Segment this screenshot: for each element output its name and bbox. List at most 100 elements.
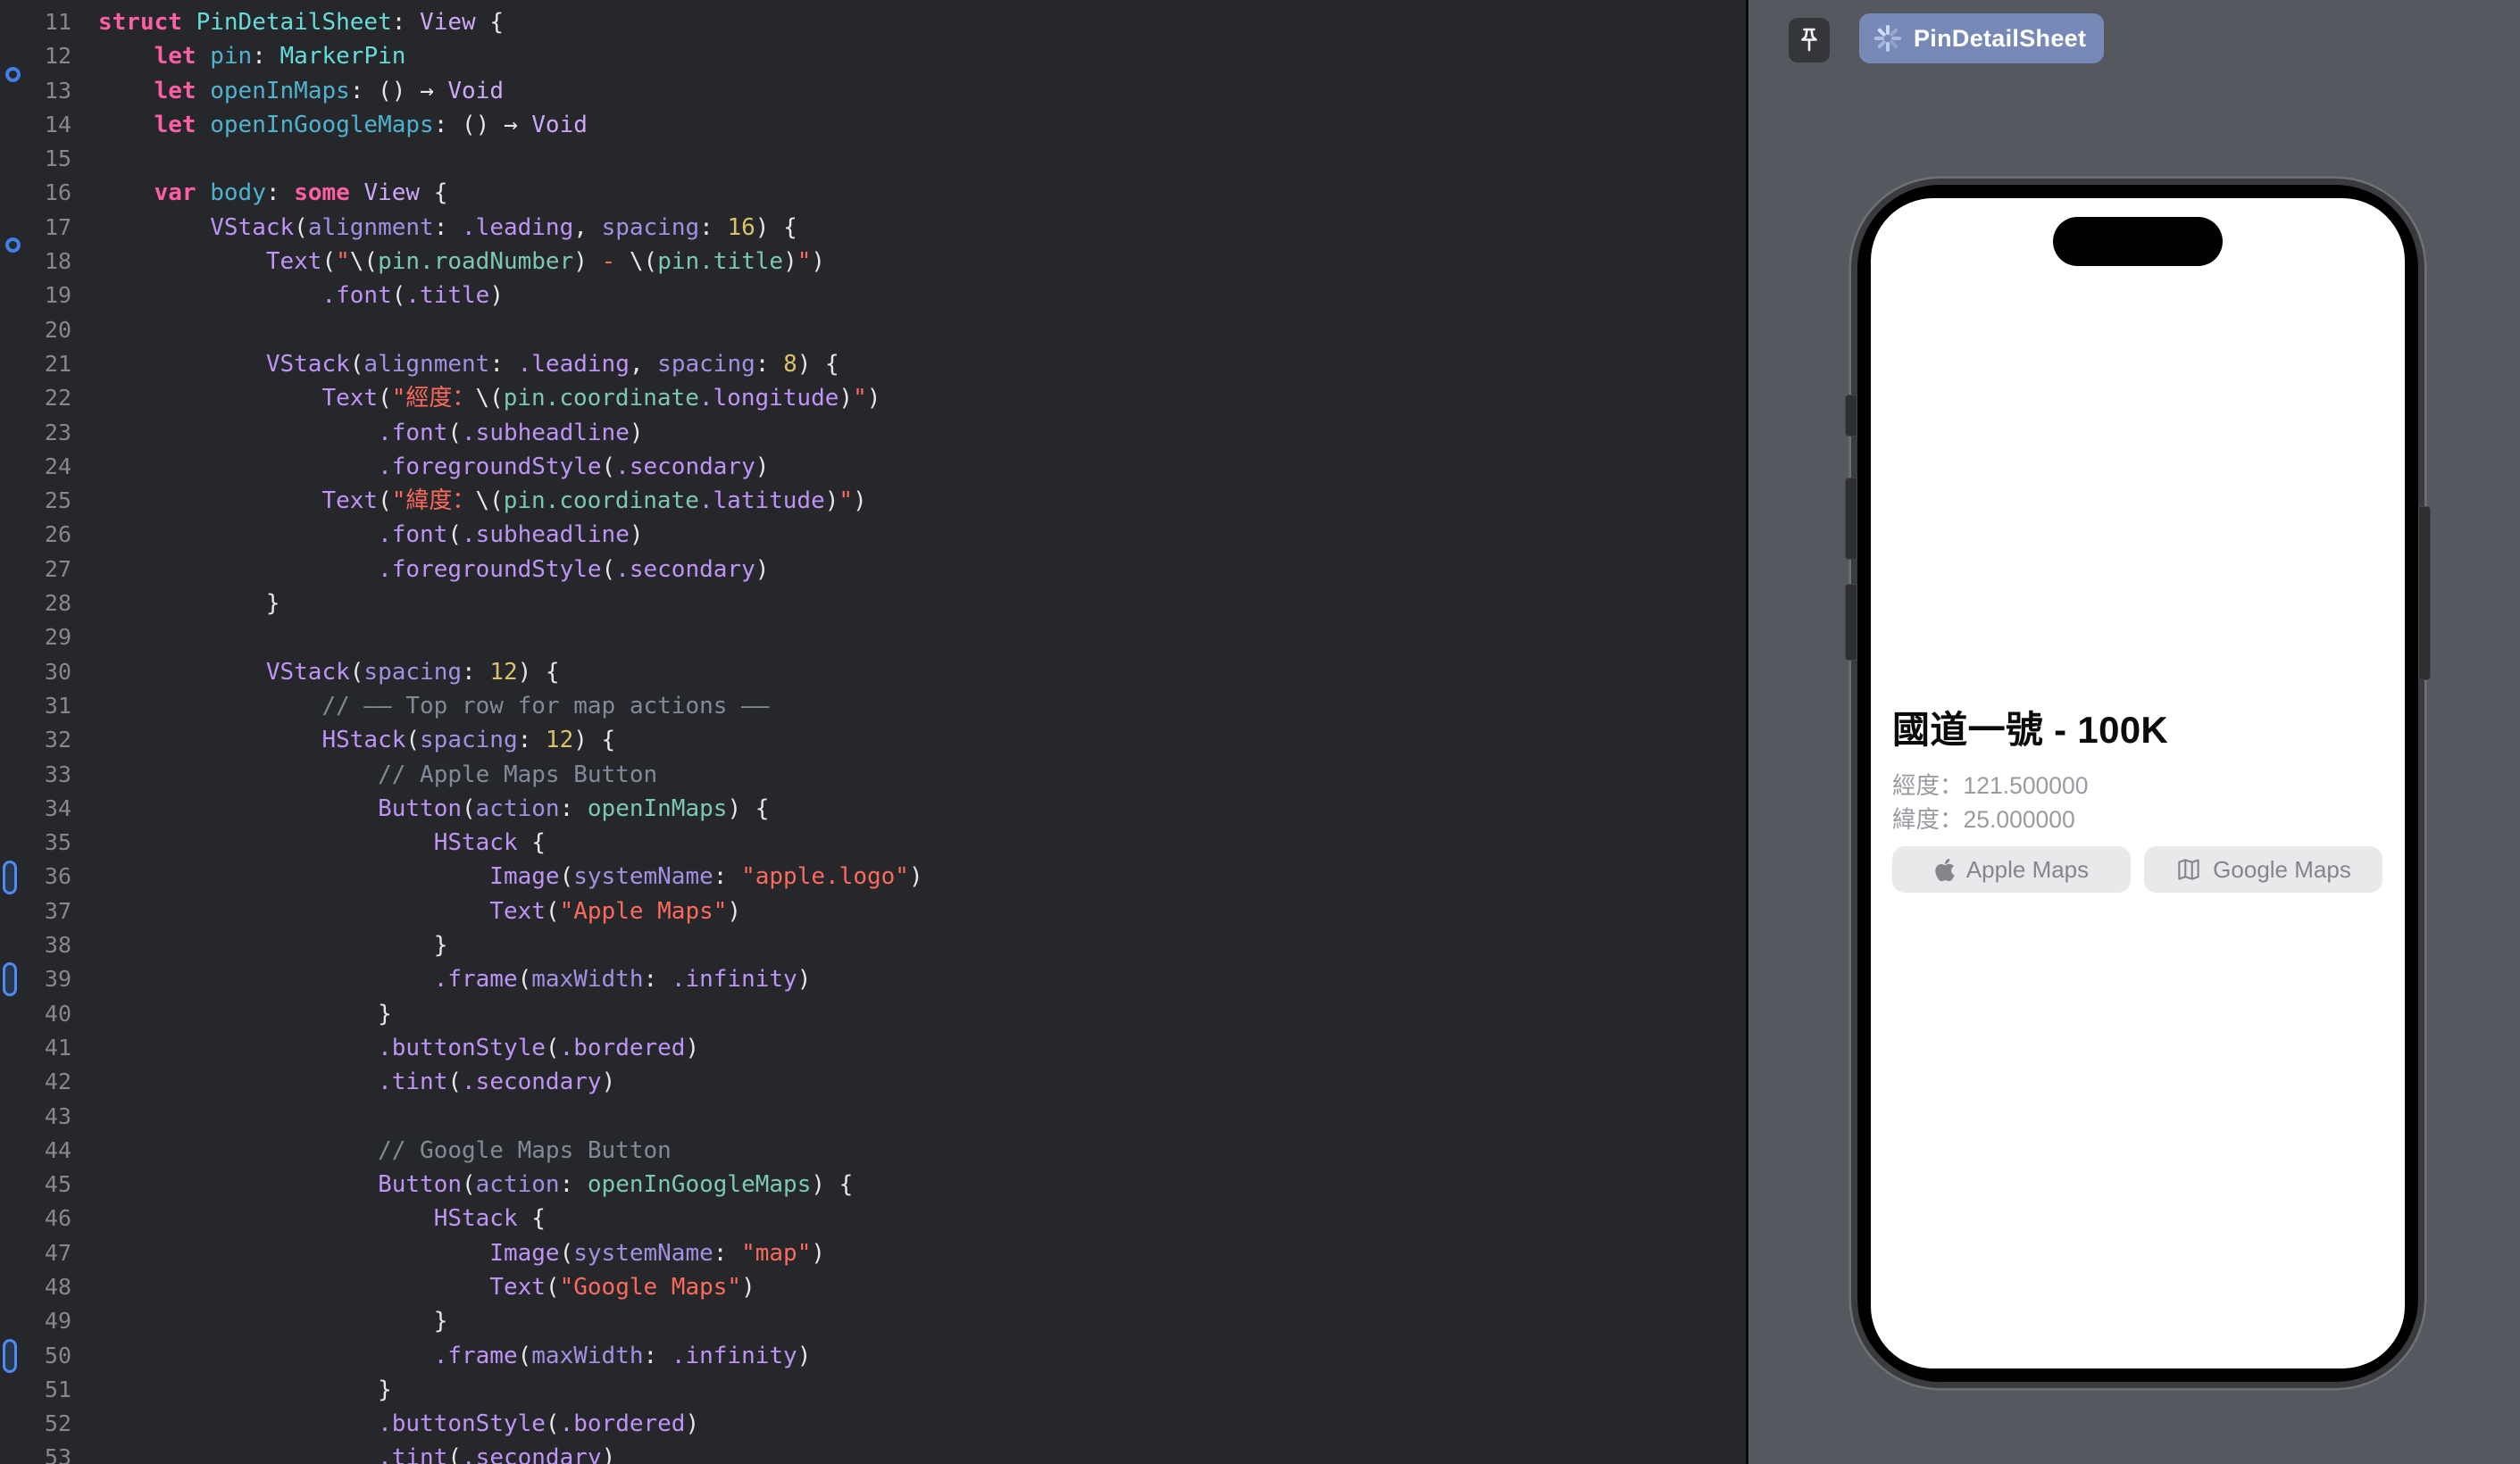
code-line[interactable]: 48 Text("Google Maps") (0, 1270, 1746, 1304)
code-line[interactable]: 27 .foregroundStyle(.secondary) (0, 553, 1746, 586)
code-editor[interactable]: 11 struct PinDetailSheet: View {12 let pi… (0, 0, 1746, 1464)
line-number[interactable]: 26 (0, 518, 71, 552)
token: openInMaps (587, 794, 728, 822)
code-line[interactable]: 36 Image(systemName: "apple.logo") (0, 860, 1746, 894)
line-number[interactable]: 14 (0, 108, 71, 142)
token: } (433, 1308, 448, 1335)
code-line[interactable]: 32 HStack(spacing: 12) { (0, 723, 1746, 757)
line-number[interactable]: 35 (0, 826, 71, 860)
line-number[interactable]: 19 (0, 279, 71, 312)
code-line[interactable]: 44 // Google Maps Button (0, 1134, 1746, 1168)
token: .secondary (462, 1444, 602, 1464)
code-line[interactable]: 46 HStack { (0, 1202, 1746, 1235)
line-number[interactable]: 15 (0, 142, 71, 176)
code-line[interactable]: 11 struct PinDetailSheet: View { (0, 5, 1746, 39)
code-line[interactable]: 31 // —— Top row for map actions —— (0, 689, 1746, 723)
code-line[interactable]: 39 .frame(maxWidth: .infinity) (0, 962, 1746, 996)
line-number[interactable]: 43 (0, 1100, 71, 1134)
code-line[interactable]: 34 Button(action: openInMaps) { (0, 792, 1746, 826)
code-line[interactable]: 23 .font(.subheadline) (0, 416, 1746, 450)
line-number[interactable]: 37 (0, 894, 71, 928)
code-line[interactable]: 26 .font(.subheadline) (0, 518, 1746, 552)
line-number[interactable]: 21 (0, 347, 71, 381)
line-number[interactable]: 41 (0, 1031, 71, 1065)
line-number[interactable]: 33 (0, 758, 71, 792)
line-number[interactable]: 45 (0, 1168, 71, 1202)
preview-chip[interactable]: PinDetailSheet (1859, 13, 2105, 63)
code-line[interactable]: 21 VStack(alignment: .leading, spacing: … (0, 347, 1746, 381)
line-number[interactable]: 46 (0, 1202, 71, 1235)
code-text: .buttonStyle(.bordered) (71, 1407, 699, 1441)
code-line[interactable]: 40 } (0, 997, 1746, 1031)
code-line[interactable]: 13 let openInMaps: () → Void (0, 74, 1746, 108)
line-number[interactable]: 23 (0, 416, 71, 450)
line-number[interactable]: 47 (0, 1236, 71, 1270)
code-line[interactable]: 51 } (0, 1373, 1746, 1407)
code-line[interactable]: 19 .font(.title) (0, 279, 1746, 312)
line-number[interactable]: 51 (0, 1373, 71, 1407)
line-number[interactable]: 24 (0, 450, 71, 484)
pin-preview-button[interactable] (1789, 18, 1830, 62)
token: : (643, 1342, 672, 1369)
code-line[interactable]: 50 .frame(maxWidth: .infinity) (0, 1339, 1746, 1373)
line-number[interactable]: 28 (0, 586, 71, 620)
line-number[interactable]: 53 (0, 1441, 71, 1464)
token: ( (447, 1444, 463, 1464)
code-line[interactable]: 14 let openInGoogleMaps: () → Void (0, 108, 1746, 142)
code-line[interactable]: 24 .foregroundStyle(.secondary) (0, 450, 1746, 484)
code-line[interactable]: 45 Button(action: openInGoogleMaps) { (0, 1168, 1746, 1202)
line-number[interactable]: 31 (0, 689, 71, 723)
code-line[interactable]: 53 .tint(.secondary) (0, 1441, 1746, 1464)
code-line[interactable]: 41 .buttonStyle(.bordered) (0, 1031, 1746, 1065)
line-number[interactable]: 29 (0, 620, 71, 654)
line-number[interactable]: 38 (0, 928, 71, 962)
code-line[interactable]: 30 VStack(spacing: 12) { (0, 655, 1746, 689)
line-number[interactable]: 27 (0, 553, 71, 586)
token: } (433, 932, 448, 960)
line-number[interactable]: 20 (0, 313, 71, 347)
line-number[interactable]: 16 (0, 176, 71, 210)
line-number[interactable]: 40 (0, 997, 71, 1031)
line-number[interactable]: 11 (0, 5, 71, 39)
code-line[interactable]: 20 (0, 313, 1746, 347)
code-text: .tint(.secondary) (71, 1065, 615, 1099)
code-line[interactable]: 15 (0, 142, 1746, 176)
line-number[interactable]: 22 (0, 381, 71, 415)
code-line[interactable]: 16 var body: some View { (0, 176, 1746, 210)
code-line[interactable]: 22 Text("經度：\(pin.coordinate.longitude)"… (0, 381, 1746, 415)
line-number[interactable]: 44 (0, 1134, 71, 1168)
code-line[interactable]: 28 } (0, 586, 1746, 620)
token: openInGoogleMaps (210, 111, 434, 138)
code-line[interactable]: 37 Text("Apple Maps") (0, 894, 1746, 928)
google-maps-button[interactable]: Google Maps (2144, 846, 2382, 893)
code-line[interactable]: 35 HStack { (0, 826, 1746, 860)
code-line[interactable]: 43 (0, 1100, 1746, 1134)
code-line[interactable]: 18 Text("\(pin.roadNumber) - \(pin.title… (0, 245, 1746, 279)
line-number[interactable]: 42 (0, 1065, 71, 1099)
line-number[interactable]: 49 (0, 1304, 71, 1338)
line-number[interactable]: 48 (0, 1270, 71, 1304)
code-line[interactable]: 42 .tint(.secondary) (0, 1065, 1746, 1099)
token: .foregroundStyle (378, 453, 602, 480)
code-line[interactable]: 49 } (0, 1304, 1746, 1338)
code-line[interactable]: 12 let pin: MarkerPin (0, 39, 1746, 73)
code-line[interactable]: 47 Image(systemName: "map") (0, 1236, 1746, 1270)
code-line[interactable]: 38 } (0, 928, 1746, 962)
code-line[interactable]: 33 // Apple Maps Button (0, 758, 1746, 792)
code-line[interactable]: 25 Text("緯度：\(pin.coordinate.latitude)") (0, 484, 1746, 518)
apple-maps-button[interactable]: Apple Maps (1892, 846, 2131, 893)
code-line[interactable]: 17 VStack(alignment: .leading, spacing: … (0, 211, 1746, 245)
line-number[interactable]: 34 (0, 792, 71, 826)
code-line[interactable]: 52 .buttonStyle(.bordered) (0, 1407, 1746, 1441)
line-number[interactable]: 30 (0, 655, 71, 689)
line-number[interactable]: 25 (0, 484, 71, 518)
token: 16 (727, 213, 755, 241)
code-line[interactable]: 29 (0, 620, 1746, 654)
token: \( (629, 248, 658, 276)
line-number[interactable]: 52 (0, 1407, 71, 1441)
line-number[interactable]: 32 (0, 723, 71, 757)
